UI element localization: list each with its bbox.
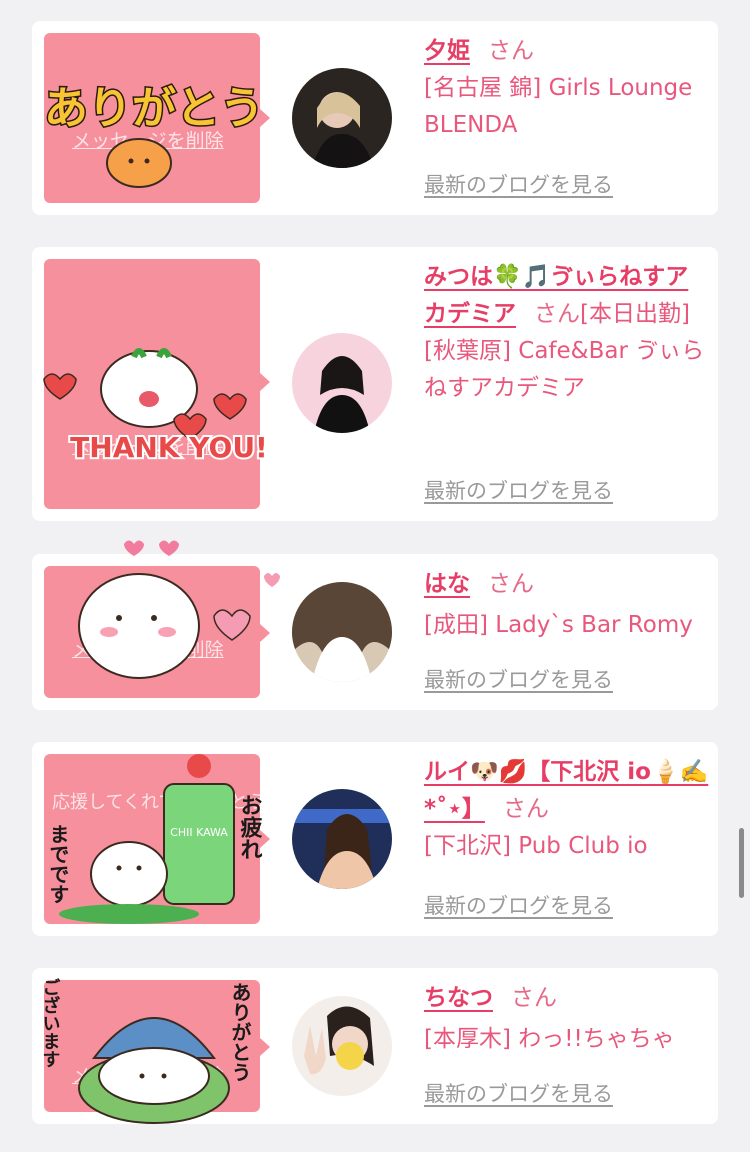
bear-hearts-sticker: メッセージを削除 xyxy=(44,540,280,698)
avatar-peace-sign[interactable] xyxy=(292,996,392,1096)
sticker-gozaimasu-text: ございます xyxy=(40,977,61,1068)
avatar-night-city[interactable] xyxy=(292,789,392,889)
cream-soda-art: CHII KAWA お疲れ までです xyxy=(46,754,263,924)
latest-blog-link[interactable]: 最新のブログを見る xyxy=(424,664,613,694)
sticker-arigatou-text: ありがとう xyxy=(228,982,252,1082)
avatar-dark-hair[interactable] xyxy=(292,68,392,168)
honorific: さん xyxy=(534,301,580,327)
girl-info: はな さん [成田] Lady`s Bar Romy xyxy=(424,566,710,644)
girl-name-link[interactable]: はな xyxy=(424,571,470,597)
girl-name-link[interactable]: 夕姫 xyxy=(424,38,470,64)
work-today-badge: [本日出勤] xyxy=(580,301,690,327)
girl-name-link[interactable]: ちなつ xyxy=(424,985,493,1011)
shop-name: [本厚木] わっ!!ちゃちゃ xyxy=(424,1026,675,1052)
chick-sticker-art: ありがとう xyxy=(43,82,266,188)
sticker-made-desu-text: までです xyxy=(46,824,70,904)
girl-card[interactable]: メッセージを削除 THANK YOU! みつは🍀🎵ゔぃらねすアカデミア さん[本日… xyxy=(32,247,718,521)
latest-blog-link[interactable]: 最新のブログを見る xyxy=(424,1078,613,1108)
bear-cream-soda-sticker: 応援してくれてありがとう CHII KAWA お疲れ までです xyxy=(44,754,270,924)
latest-blog-link[interactable]: 最新のブログを見る xyxy=(424,475,613,505)
cup-label: CHII KAWA xyxy=(170,826,228,839)
honorific: さん xyxy=(511,985,557,1011)
bow-art: ございます ありがとう xyxy=(40,977,252,1124)
shop-name: [秋葉原] Cafe&Bar ゔぃらねすアカデミア xyxy=(424,338,705,401)
latest-blog-link[interactable]: 最新のブログを見る xyxy=(424,169,613,199)
bear-hearts-art xyxy=(78,540,280,679)
sticker-thank-you-text: THANK YOU! xyxy=(70,431,268,464)
shop-name: [成田] Lady`s Bar Romy xyxy=(424,612,693,638)
girl-info: ルイ🐶💋【下北沢 io🍦✍️*˚⋆】 さん [下北沢] Pub Club io xyxy=(424,754,710,865)
sticker-thanks-text: ありがとう xyxy=(44,83,264,134)
girl-card[interactable]: メッセージを削除 はなさん [成田] Lady`s Bar Romy 最新のブロ… xyxy=(32,540,718,710)
avatar-black-dress[interactable] xyxy=(292,333,392,433)
girl-name-link[interactable]: ルイ🐶💋【下北沢 io🍦✍️*˚⋆】 xyxy=(424,759,708,822)
girl-info: 夕姫 さん [名古屋 錦] Girls Lounge BLENDA xyxy=(424,33,710,144)
girl-card[interactable]: 応援してくれてありがとう CHII KAWA お疲れ までです ルイ🐶💋【下北沢… xyxy=(32,742,718,936)
sticker-otsukare-text: お疲れ xyxy=(237,794,263,860)
girl-card[interactable]: メッセージを削除 ありがとう 夕姫さん [名古屋 錦] Girls Lounge… xyxy=(32,21,718,215)
scrollbar[interactable] xyxy=(739,828,744,898)
blue-hat-bow-sticker: メッセージを削除 ございます ありがとう xyxy=(40,977,270,1124)
girl-info: ちなつ さん [本厚木] わっ!!ちゃちゃ xyxy=(424,980,710,1058)
shop-name: [下北沢] Pub Club io xyxy=(424,833,648,859)
girl-info: みつは🍀🎵ゔぃらねすアカデミア さん[本日出勤] [秋葉原] Cafe&Bar ゔ… xyxy=(424,259,710,407)
honorific: さん xyxy=(502,796,549,822)
honorific: さん xyxy=(488,38,534,64)
shop-name: [名古屋 錦] Girls Lounge BLENDA xyxy=(424,75,693,138)
latest-blog-link[interactable]: 最新のブログを見る xyxy=(424,890,613,920)
chick-thanks-sticker: メッセージを削除 ありがとう xyxy=(43,33,270,203)
avatar-brown-hair[interactable] xyxy=(292,582,392,682)
girl-card[interactable]: メッセージを削除 ございます ありがとう ちなつさん [本厚木] わっ!!ちゃち… xyxy=(32,968,718,1124)
bear-sticker-art: THANK YOU! xyxy=(43,348,270,466)
honorific: さん xyxy=(488,571,534,597)
bear-thank-you-sticker: メッセージを削除 THANK YOU! xyxy=(43,259,270,509)
